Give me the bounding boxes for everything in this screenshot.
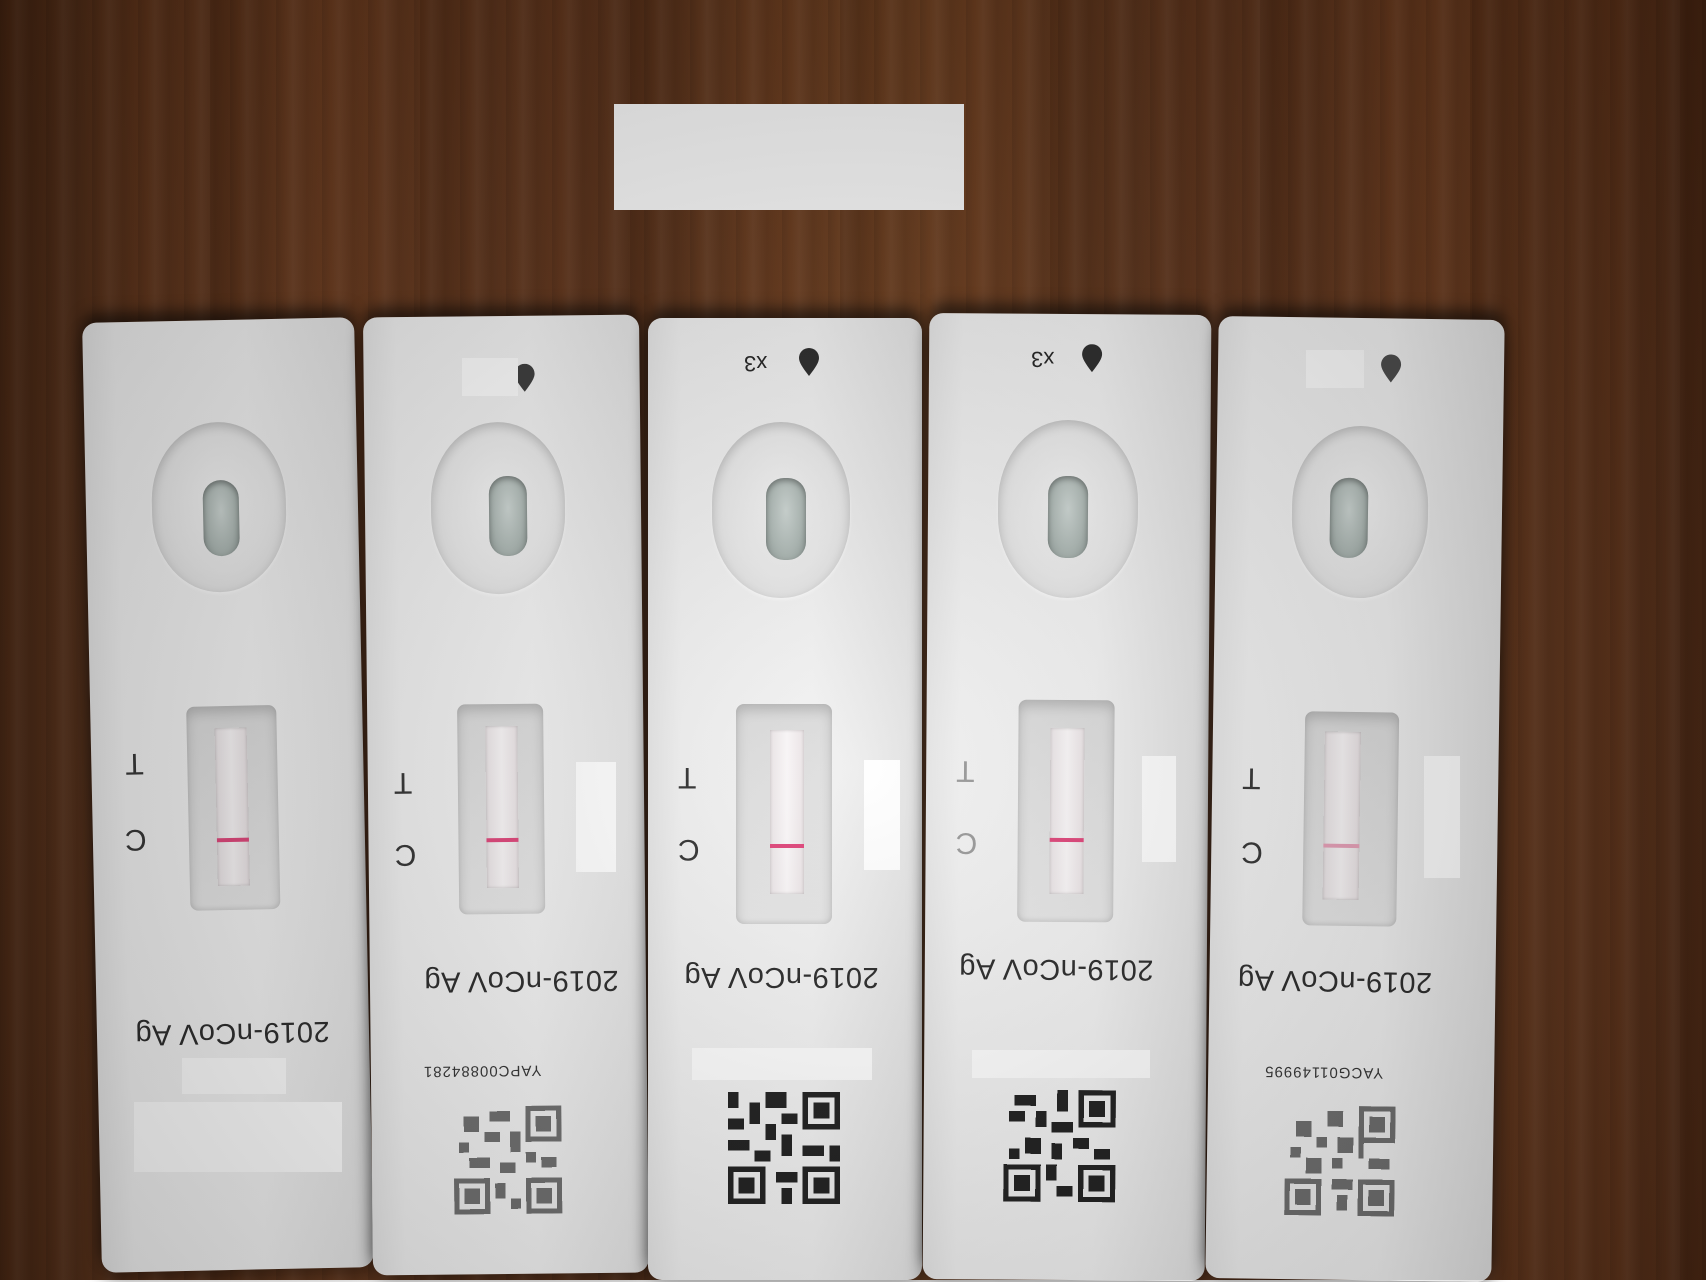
qr-code (1284, 1106, 1396, 1217)
test-strip (1322, 731, 1361, 901)
mark-c: C (1241, 835, 1264, 869)
sample-well (712, 422, 850, 598)
qr-code (1003, 1089, 1116, 1203)
redaction-box (692, 1048, 872, 1080)
redaction-box (972, 1050, 1150, 1078)
qr-code (454, 1105, 563, 1215)
redaction-box (1306, 350, 1364, 388)
redaction-box (864, 760, 900, 870)
result-window (1302, 711, 1400, 927)
wooden-table-background: T C 2019-nCoV Ag T C 2019-nCoV Ag YAPC00… (0, 0, 1706, 1282)
product-name: 2019-nCoV Ag (1237, 963, 1433, 999)
redaction-box (1142, 756, 1176, 862)
drop-icon (1082, 344, 1103, 373)
sample-well (1290, 425, 1430, 599)
qr-code (728, 1092, 840, 1204)
control-line (1323, 843, 1360, 849)
test-cassette-1: T C 2019-nCoV Ag (82, 317, 374, 1273)
serial-number: YACG01149995 (1264, 1062, 1384, 1082)
test-strip (770, 730, 804, 894)
sample-well-hole (766, 478, 806, 560)
test-strip (485, 725, 519, 889)
sample-well (150, 420, 288, 594)
result-window (736, 704, 832, 924)
control-line (770, 844, 804, 848)
redaction-box (614, 104, 964, 210)
test-cassette-4: x3 T C 2019-nCoV Ag (922, 313, 1212, 1281)
product-name: 2019-nCoV Ag (134, 1014, 330, 1051)
drop-icon (1381, 354, 1402, 383)
redaction-box (134, 1102, 342, 1172)
sample-well-hole (1047, 475, 1089, 559)
mark-c: C (678, 833, 700, 866)
result-window (457, 703, 546, 915)
mark-t: T (124, 746, 144, 781)
drop-count: x3 (744, 351, 768, 376)
mark-t: T (956, 754, 975, 788)
product-name: 2019-nCoV Ag (958, 952, 1154, 986)
control-line (216, 837, 249, 843)
test-strip (214, 727, 250, 887)
mark-t: T (1242, 761, 1261, 795)
redaction-box (182, 1058, 286, 1094)
redaction-box (576, 762, 616, 872)
control-line (486, 837, 519, 843)
control-line (1049, 837, 1084, 843)
drop-count: x3 (1030, 346, 1055, 372)
drop-icon (514, 363, 535, 392)
product-name: 2019-nCoV Ag (423, 963, 619, 998)
serial-number: YAPC00884281 (422, 1061, 542, 1080)
test-cassette-2: T C 2019-nCoV Ag YAPC00884281 (362, 314, 650, 1276)
sample-well-hole (1329, 477, 1369, 559)
product-name: 2019-nCoV Ag (684, 961, 879, 993)
result-window (186, 704, 281, 911)
redaction-box (1424, 756, 1460, 878)
sample-well (430, 421, 566, 595)
mark-c: C (955, 826, 978, 860)
test-cassette-5: T C 2019-nCoV Ag YACG01149995 (1205, 316, 1505, 1282)
test-cassette-3: x3 T C 2019-nCoV Ag (648, 318, 922, 1280)
mark-c: C (124, 822, 147, 857)
mark-c: C (394, 837, 417, 872)
sample-well (997, 419, 1139, 599)
drop-icon (799, 348, 819, 376)
mark-t: T (393, 765, 413, 800)
test-strip (1049, 727, 1085, 895)
sample-well-hole (202, 479, 240, 557)
mark-t: T (678, 761, 697, 794)
result-window (1017, 699, 1115, 923)
sample-well-hole (488, 475, 528, 557)
redaction-box (462, 358, 518, 396)
